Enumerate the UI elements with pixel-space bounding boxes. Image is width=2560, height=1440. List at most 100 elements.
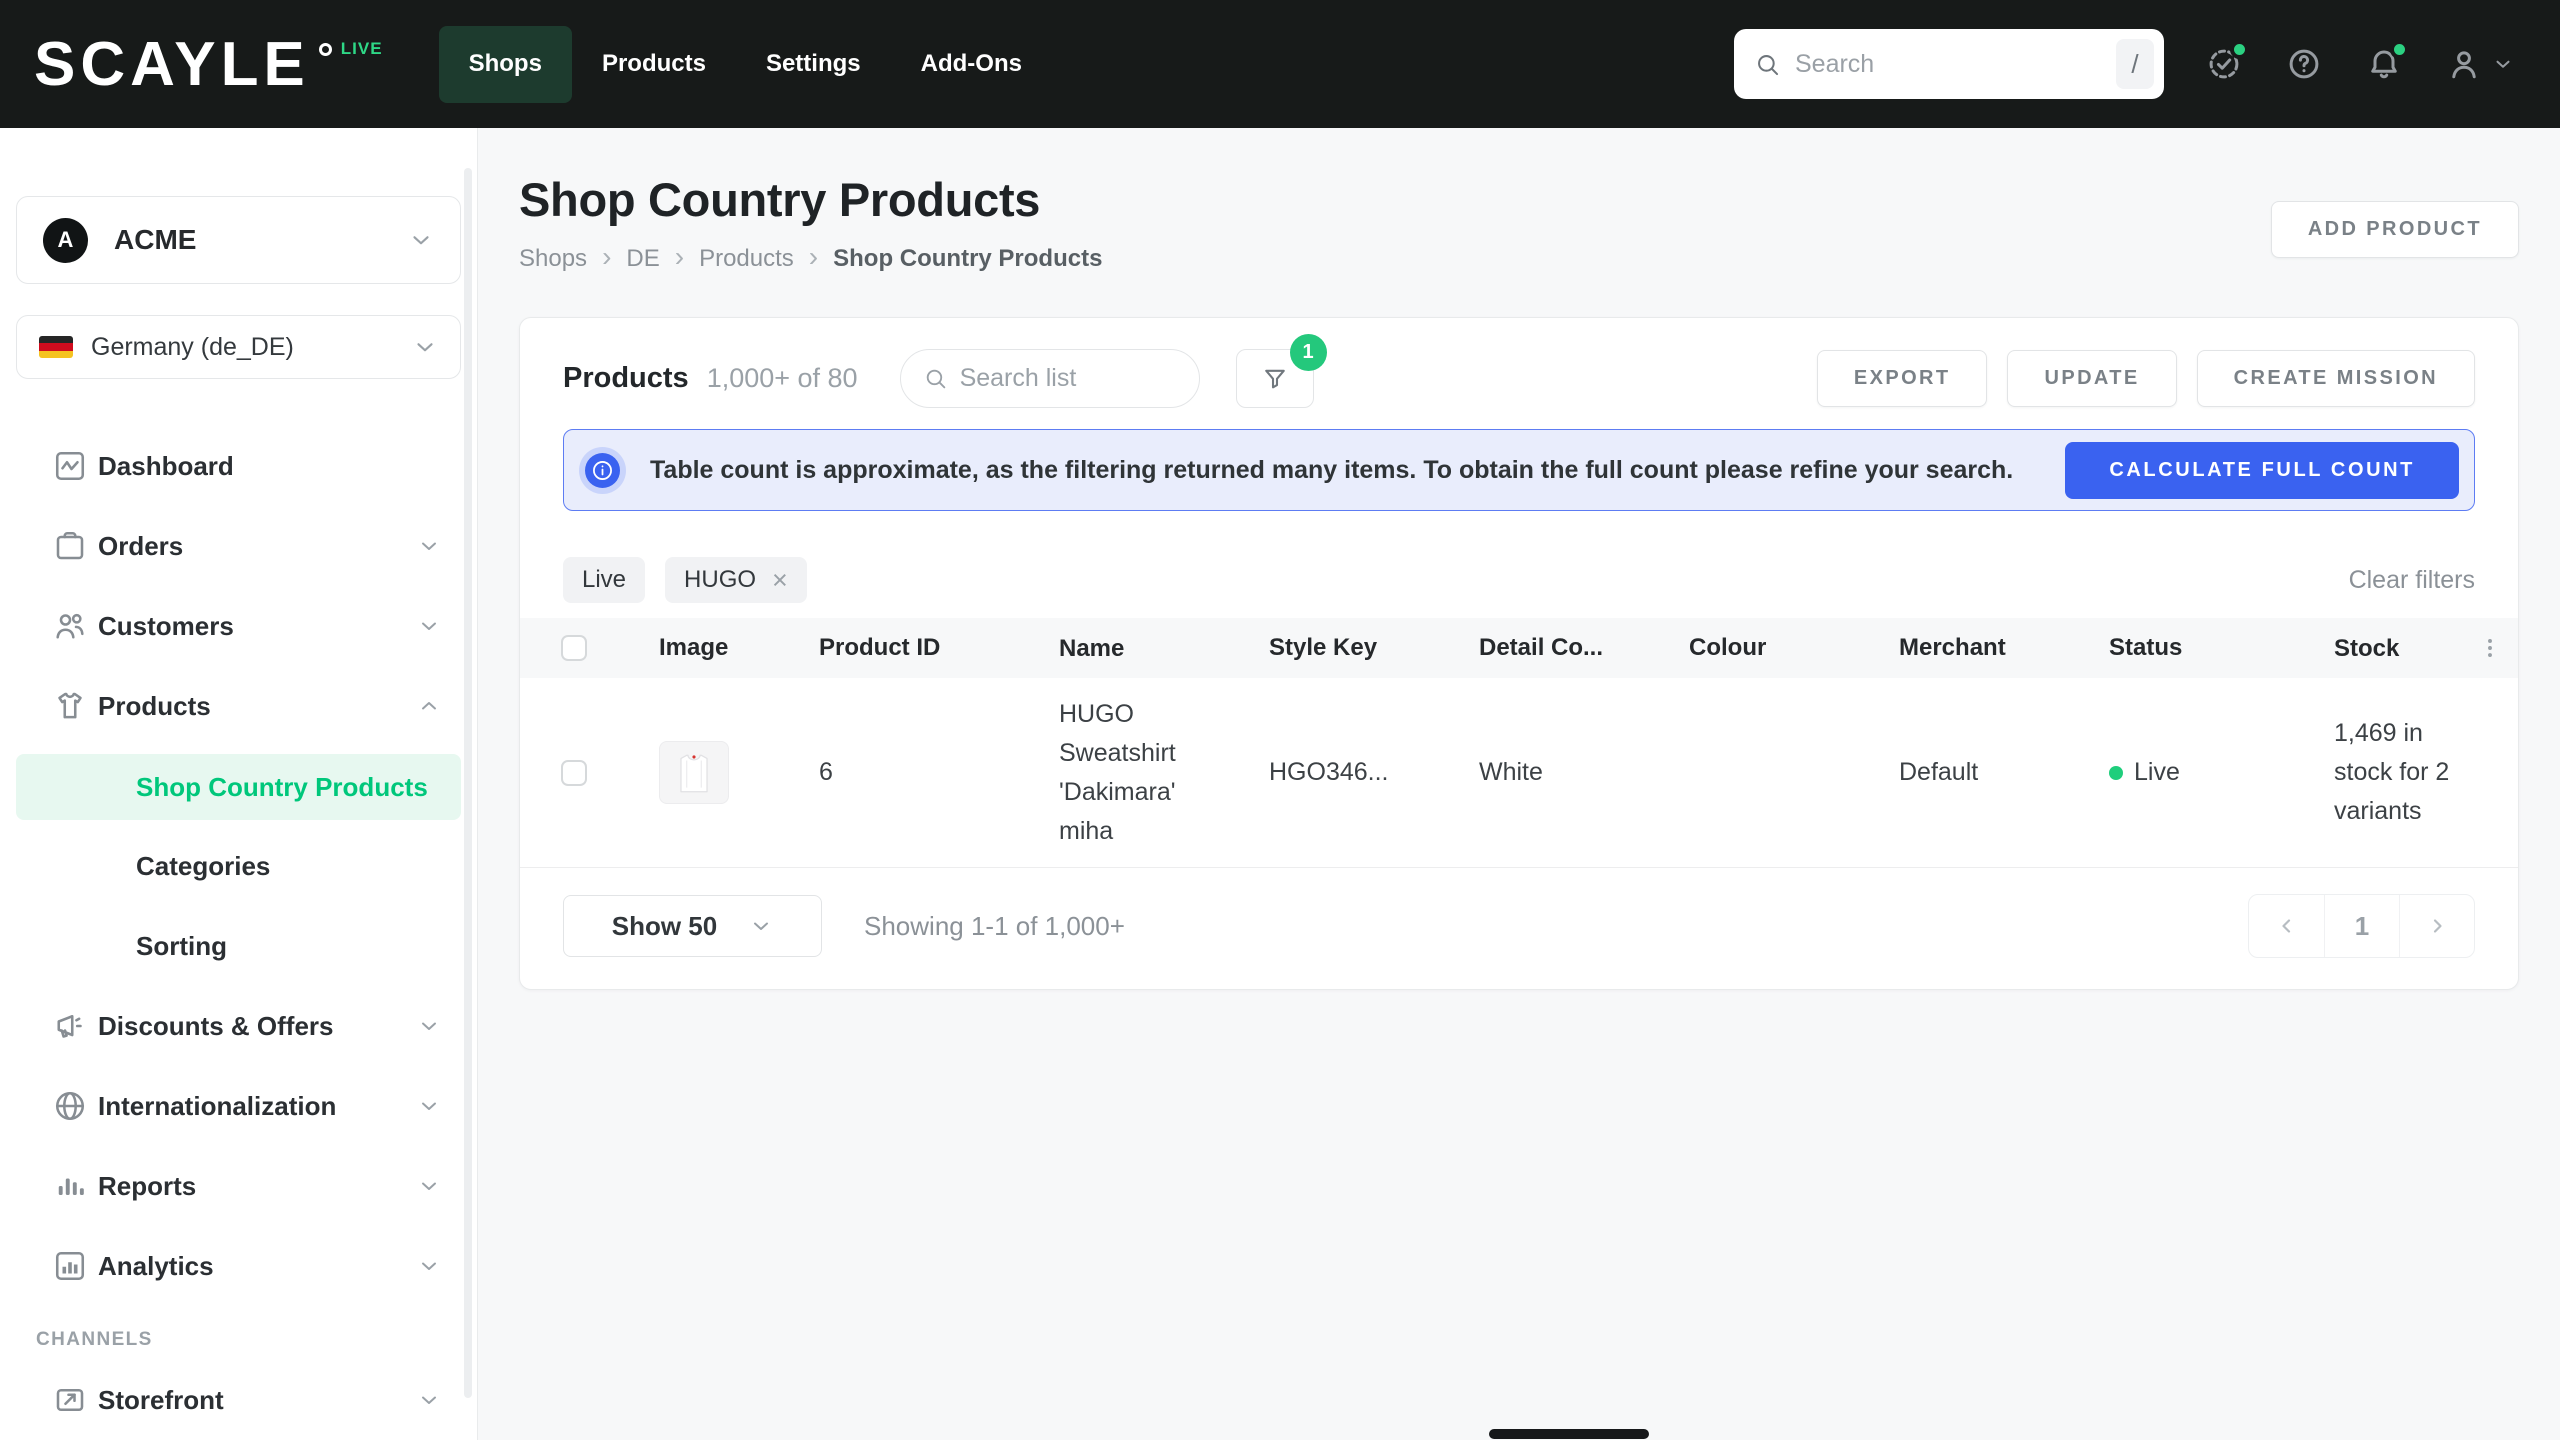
sidebar-item-orders[interactable]: Orders [0,506,477,586]
list-search[interactable] [900,349,1200,408]
cell-status: Live [2091,758,2301,787]
column-merchant[interactable]: Merchant [1881,634,2091,662]
previous-page-button[interactable] [2249,895,2324,957]
chevron-down-icon [408,227,434,253]
create-mission-button[interactable]: CREATE MISSION [2197,350,2475,407]
panel-actions: EXPORT UPDATE CREATE MISSION [1817,350,2475,407]
clear-filters-link[interactable]: Clear filters [2349,566,2475,595]
sidebar-item-products[interactable]: Products [0,666,477,746]
chevron-down-icon [417,1014,441,1038]
chevron-down-icon [417,534,441,558]
germany-flag-icon [39,336,73,358]
column-options-kebab-icon[interactable] [2477,635,2503,661]
filter-chip-live[interactable]: Live [563,557,645,603]
current-page-button[interactable]: 1 [2324,895,2399,957]
filter-funnel-icon [1261,365,1289,393]
sidebar-item-analytics[interactable]: Analytics [0,1226,477,1306]
nav-shops[interactable]: Shops [439,26,572,103]
sidebar-item-internationalization[interactable]: Internationalization [0,1066,477,1146]
sidebar: A ACME Germany (de_DE) Dashboard [0,128,478,1440]
products-panel: Products 1,000+ of 80 1 EXPORT UPDATE CR… [519,317,2519,990]
chip-label: HUGO [684,566,756,594]
sidebar-item-label: Discounts & Offers [98,1011,334,1042]
chevron-down-icon [417,1094,441,1118]
orders-box-icon [52,528,88,564]
tenant-selector[interactable]: A ACME [16,196,461,284]
row-checkbox[interactable] [561,760,587,786]
sidebar-scrollbar[interactable] [464,168,472,1398]
page-size-label: Show 50 [612,911,717,942]
status-live-dot [2109,766,2123,780]
sidebar-item-sorting[interactable]: Sorting [0,906,477,986]
tasks-status-button[interactable] [2206,46,2242,82]
breadcrumb-products[interactable]: Products [699,245,794,273]
calculate-full-count-button[interactable]: CALCULATE FULL COUNT [2065,442,2459,499]
chevron-down-icon [417,1388,441,1412]
breadcrumb-separator: › [809,243,818,271]
export-button[interactable]: EXPORT [1817,350,1988,407]
select-all-checkbox[interactable] [561,635,587,661]
cell-name: HUGO Sweatshirt 'Dakimara' miha [1041,695,1251,851]
analytics-chart-icon [52,1248,88,1284]
help-icon [2286,46,2322,82]
sidebar-item-label: Internationalization [98,1091,336,1122]
chevron-down-icon [417,614,441,638]
column-product-id[interactable]: Product ID [801,634,1041,662]
active-filters-row: Live HUGO × Clear filters [563,557,2475,603]
panel-controls: Products 1,000+ of 80 1 EXPORT UPDATE CR… [563,349,2475,408]
global-search-input[interactable] [1795,50,2116,79]
filter-chip-hugo[interactable]: HUGO × [665,557,807,603]
breadcrumb-de[interactable]: DE [626,245,659,273]
column-status[interactable]: Status [2091,634,2301,662]
column-image[interactable]: Image [641,634,801,662]
column-stock[interactable]: Stock [2301,629,2461,668]
sidebar-item-categories[interactable]: Categories [0,826,477,906]
add-product-button[interactable]: ADD PRODUCT [2271,201,2519,258]
help-button[interactable] [2286,46,2322,82]
nav-settings[interactable]: Settings [736,26,891,103]
notifications-button[interactable] [2366,46,2402,82]
account-menu[interactable] [2446,46,2514,82]
chevron-left-icon [2275,914,2299,938]
sidebar-item-customers[interactable]: Customers [0,586,477,666]
page-size-select[interactable]: Show 50 [563,895,822,957]
filter-button[interactable]: 1 [1236,349,1314,408]
table-header: Image Product ID Name Style Key Detail C… [520,618,2518,678]
breadcrumb-shops[interactable]: Shops [519,245,587,273]
chip-label: Live [582,566,626,594]
globe-icon [52,1088,88,1124]
chevron-down-icon [749,914,773,938]
sidebar-item-storefront[interactable]: Storefront [0,1360,477,1440]
panel-count: 1,000+ of 80 [707,363,858,394]
channels-section-label: CHANNELS [0,1320,477,1360]
nav-products[interactable]: Products [572,26,736,103]
update-button[interactable]: UPDATE [2007,350,2176,407]
tasks-notification-dot [2230,40,2249,59]
sidebar-item-dashboard[interactable]: Dashboard [0,426,477,506]
sidebar-item-label: Reports [98,1171,196,1202]
list-search-input[interactable] [960,364,1177,393]
column-name[interactable]: Name [1041,629,1251,668]
table-footer: Show 50 Showing 1-1 of 1,000+ 1 [563,894,2475,958]
locale-label: Germany (de_DE) [91,333,294,362]
cell-style-key: HGO346... [1251,758,1461,787]
locale-selector[interactable]: Germany (de_DE) [16,315,461,379]
sidebar-item-shop-country-products[interactable]: Shop Country Products [16,754,461,820]
sidebar-item-reports[interactable]: Reports [0,1146,477,1226]
column-style-key[interactable]: Style Key [1251,634,1461,662]
nav-add-ons[interactable]: Add-Ons [891,26,1052,103]
table-row[interactable]: 6 HUGO Sweatshirt 'Dakimara' miha HGO346… [520,678,2518,868]
notifications-dot [2390,40,2409,59]
next-page-button[interactable] [2399,895,2474,957]
sidebar-item-discounts-offers[interactable]: Discounts & Offers [0,986,477,1066]
close-icon[interactable]: × [772,567,788,594]
search-icon [923,366,948,391]
column-detail-co[interactable]: Detail Co... [1461,634,1671,662]
bar-chart-icon [52,1168,88,1204]
tenant-name: ACME [114,224,196,256]
sidebar-item-label: Sorting [136,931,227,962]
column-colour[interactable]: Colour [1671,634,1881,662]
pagination-summary: Showing 1-1 of 1,000+ [864,911,1125,942]
chevron-down-icon [412,334,438,360]
global-search[interactable]: / [1734,29,2164,99]
